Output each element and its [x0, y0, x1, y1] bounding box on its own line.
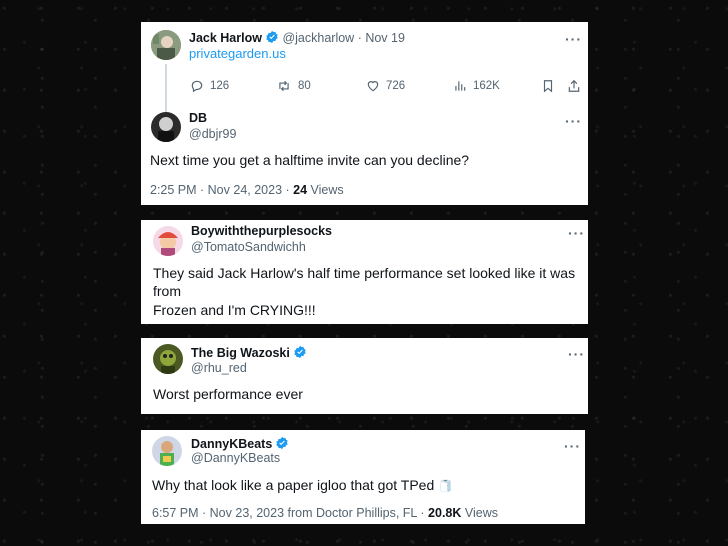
tweet-card: DannyKBeats @DannyKBeats ··· Why that lo… — [141, 430, 585, 524]
tweet-text-line-3: Frozen and I'm CRYING!!! — [153, 302, 316, 318]
author-handle[interactable]: @dbjr99 — [189, 127, 236, 141]
author-name[interactable]: Jack Harlow @jackharlow · Nov 19 — [189, 30, 405, 45]
more-options-icon[interactable]: ··· — [565, 32, 582, 46]
avatar-image — [153, 226, 183, 256]
tweet-card-thread: Jack Harlow @jackharlow · Nov 19 ··· pri… — [141, 22, 588, 205]
share-icon — [568, 79, 580, 92]
author-handle[interactable]: @DannyKBeats — [191, 451, 280, 465]
reply-count: 126 — [210, 80, 230, 92]
avatar-image — [153, 344, 183, 374]
views-count: 162K — [473, 80, 500, 92]
verified-badge-icon — [294, 345, 306, 359]
like-button[interactable]: 726 — [366, 79, 405, 93]
tweet-timestamp[interactable]: 6:57 PM · Nov 23, 2023 from Doctor Phill… — [152, 506, 428, 520]
like-count: 726 — [386, 80, 406, 92]
avatar-boywiththepurplesocks[interactable] — [153, 226, 183, 256]
avatar-db[interactable] — [151, 112, 181, 142]
tweet-text-line-1: They said Jack Harlow's half time perfor… — [153, 265, 576, 281]
tweet-text-line-2: from — [153, 283, 181, 299]
views-count: 20.8K — [428, 506, 462, 520]
author-handle[interactable]: @jackharlow — [282, 31, 354, 45]
more-options-icon[interactable]: ··· — [565, 114, 582, 128]
more-options-icon[interactable]: ··· — [568, 226, 585, 240]
avatar-image — [151, 30, 181, 60]
tweet-text: Why that look like a paper igloo that go… — [152, 477, 454, 493]
author-name[interactable]: The Big Wazoski — [191, 345, 307, 360]
tweet-date[interactable]: · Nov 19 — [358, 31, 405, 45]
tweet-meta: 2:25 PM · Nov 24, 2023 · 24 Views — [150, 183, 344, 197]
author-name[interactable]: DB — [189, 111, 207, 125]
bookmark-button[interactable] — [541, 79, 555, 93]
toilet-paper-emoji: 🧻 — [438, 479, 454, 493]
views-count: 24 — [293, 183, 308, 197]
tweet-card: The Big Wazoski @rhu_red ··· Worst perfo… — [141, 338, 588, 414]
avatar-the-big-wazoski[interactable] — [153, 344, 183, 374]
tweet-text: Worst performance ever — [153, 386, 303, 402]
more-options-icon[interactable]: ··· — [564, 439, 581, 453]
author-name[interactable]: DannyKBeats — [191, 436, 289, 451]
tweet-meta: 6:57 PM · Nov 23, 2023 from Doctor Phill… — [152, 506, 498, 520]
bookmark-icon — [543, 80, 553, 93]
views-label: Views — [461, 506, 498, 520]
avatar-image — [152, 436, 182, 466]
views-label: Views — [307, 183, 344, 197]
tweet-timestamp[interactable]: 2:25 PM · Nov 24, 2023 · — [150, 183, 293, 197]
thread-connector-line — [165, 64, 167, 114]
author-handle[interactable]: @rhu_red — [191, 361, 247, 375]
views-button[interactable]: 162K — [453, 79, 500, 93]
tweet-card: Boywiththepurplesocks @TomatoSandwichh ·… — [141, 220, 588, 324]
share-button[interactable] — [567, 79, 581, 93]
verified-badge-icon — [266, 30, 278, 44]
verified-badge-icon — [276, 436, 288, 450]
author-name[interactable]: Boywiththepurplesocks — [191, 224, 332, 238]
more-options-icon[interactable]: ··· — [568, 347, 585, 361]
analytics-icon — [455, 81, 466, 91]
retweet-count: 80 — [298, 80, 311, 92]
avatar-image — [151, 112, 181, 142]
reply-icon — [191, 80, 203, 93]
retweet-icon — [279, 80, 289, 92]
avatar-jack-harlow[interactable] — [151, 30, 181, 60]
avatar-dannykbeats[interactable] — [152, 436, 182, 466]
tweet-text: Next time you get a halftime invite can … — [150, 152, 470, 168]
author-handle[interactable]: @TomatoSandwichh — [191, 240, 306, 254]
tweet-link[interactable]: privategarden.us — [189, 45, 286, 64]
reply-button[interactable]: 126 — [190, 79, 229, 93]
retweet-button[interactable]: 80 — [276, 79, 311, 93]
heart-icon — [367, 81, 379, 92]
